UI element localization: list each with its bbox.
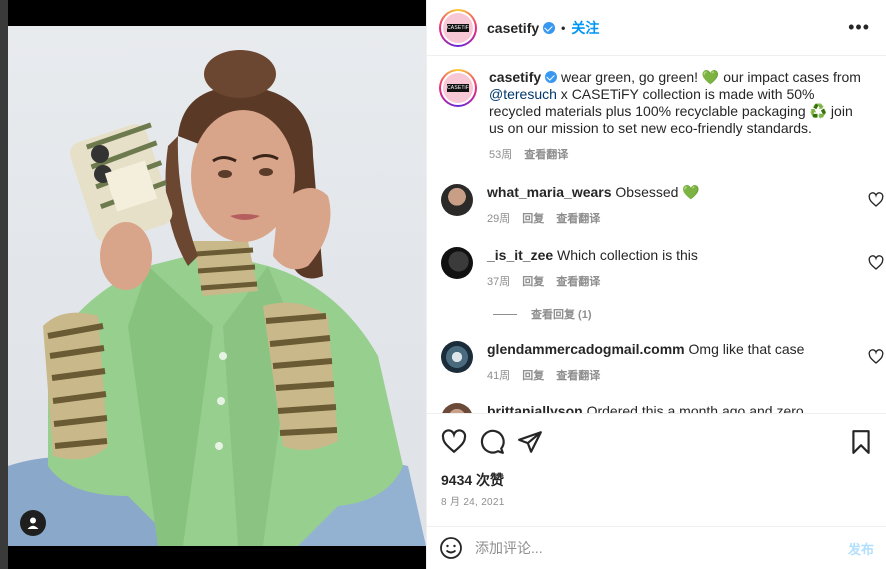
comment-text: Which collection is this: [553, 247, 698, 263]
reply-button[interactable]: 回复: [522, 274, 544, 291]
comment-age[interactable]: 37周: [487, 274, 510, 291]
add-comment-bar: 发布: [427, 526, 886, 569]
recycle-emoji: ♻️: [809, 103, 828, 119]
like-heart-icon[interactable]: [441, 429, 467, 455]
verified-badge-icon: [543, 21, 556, 34]
model-illustration: [8, 50, 426, 546]
user-icon: [27, 517, 39, 529]
post-media: [0, 0, 426, 569]
save-bookmark-icon[interactable]: [848, 429, 874, 455]
see-translation-button[interactable]: 查看翻译: [556, 211, 600, 228]
follow-button[interactable]: 关注: [571, 18, 599, 38]
media-edge: [0, 0, 8, 569]
comment-age[interactable]: 41周: [487, 368, 510, 385]
emoji-smiley-icon[interactable]: [439, 536, 463, 560]
comment-bubble-icon[interactable]: [479, 429, 505, 455]
see-translation-button[interactable]: 查看翻译: [556, 368, 600, 385]
green-heart-emoji: 💚: [682, 184, 700, 200]
verified-badge-icon: [545, 71, 558, 83]
user-tag-button[interactable]: [20, 510, 46, 536]
comments-scroll-area[interactable]: CASETiFY casetify wear green, go green! …: [427, 57, 886, 413]
caption-text: our impact cases from: [719, 69, 861, 85]
post-comment-button[interactable]: 发布: [848, 539, 874, 558]
divider: [427, 413, 886, 414]
mention-link[interactable]: @teresuch: [489, 86, 557, 102]
commenter-avatar[interactable]: [441, 341, 473, 373]
comment-text: Obsessed: [611, 184, 683, 200]
caption-text: wear green, go green!: [557, 69, 702, 85]
see-translation-button[interactable]: 查看翻译: [556, 274, 600, 291]
brand-logo: CASETiFY: [447, 23, 469, 32]
post-photo[interactable]: [8, 26, 426, 546]
like-comment-heart-icon[interactable]: [868, 192, 884, 208]
comment-username[interactable]: glendammercadogmail.comm: [487, 341, 685, 357]
reply-button[interactable]: 回复: [522, 368, 544, 385]
comment-age[interactable]: 29周: [487, 211, 510, 228]
comment-input[interactable]: [475, 540, 848, 556]
comment-username[interactable]: what_maria_wears: [487, 184, 612, 200]
comment-item: what_maria_wears Obsessed 💚 29周 回复 查看翻译: [427, 184, 886, 228]
reply-button[interactable]: 回复: [522, 211, 544, 228]
see-translation-button[interactable]: 查看翻译: [524, 147, 568, 164]
post-actions: [441, 428, 874, 456]
comment-item: brittaniallyson Ordered this a month ago…: [427, 403, 886, 413]
caption-body: casetify wear green, go green! 💚 our imp…: [489, 69, 869, 164]
green-heart-emoji: 💚: [701, 69, 720, 85]
comment-text: Omg like that case: [684, 341, 805, 357]
replies-line: [493, 313, 517, 315]
likes-count[interactable]: 9434 次赞: [441, 470, 504, 490]
like-comment-heart-icon[interactable]: [868, 349, 884, 365]
commenter-avatar[interactable]: [441, 247, 473, 279]
caption-age[interactable]: 53周: [489, 147, 512, 164]
post-dialog: CASETiFY casetify • 关注 ••• CASETiFY: [0, 0, 886, 569]
author-avatar[interactable]: CASETiFY: [439, 8, 477, 47]
comment-item: _is_it_zee Which collection is this 37周 …: [427, 247, 886, 291]
caption-author-avatar[interactable]: CASETiFY: [439, 69, 477, 107]
view-replies-button[interactable]: 查看回复 (1): [493, 306, 592, 322]
author-username[interactable]: casetify: [487, 20, 539, 36]
post-details-panel: CASETiFY casetify • 关注 ••• CASETiFY: [426, 0, 886, 569]
commenter-avatar[interactable]: [441, 403, 473, 413]
like-comment-heart-icon[interactable]: [868, 255, 884, 271]
commenter-avatar[interactable]: [441, 184, 473, 216]
caption-meta: 53周 查看翻译: [489, 147, 869, 164]
caption-username[interactable]: casetify: [489, 69, 541, 85]
comment-username[interactable]: _is_it_zee: [487, 247, 553, 263]
separator-dot: •: [561, 20, 566, 35]
view-replies-label: 查看回复 (1): [531, 309, 592, 321]
post-caption: CASETiFY casetify wear green, go green! …: [427, 57, 886, 164]
more-options-icon[interactable]: •••: [844, 17, 874, 38]
comment-username[interactable]: brittaniallyson: [487, 403, 583, 413]
post-date[interactable]: 8 月 24, 2021: [441, 493, 505, 508]
share-send-icon[interactable]: [517, 429, 543, 455]
brand-logo: CASETiFY: [447, 84, 469, 92]
comment-item: glendammercadogmail.comm Omg like that c…: [427, 341, 886, 385]
post-header: CASETiFY casetify • 关注 •••: [427, 0, 886, 56]
